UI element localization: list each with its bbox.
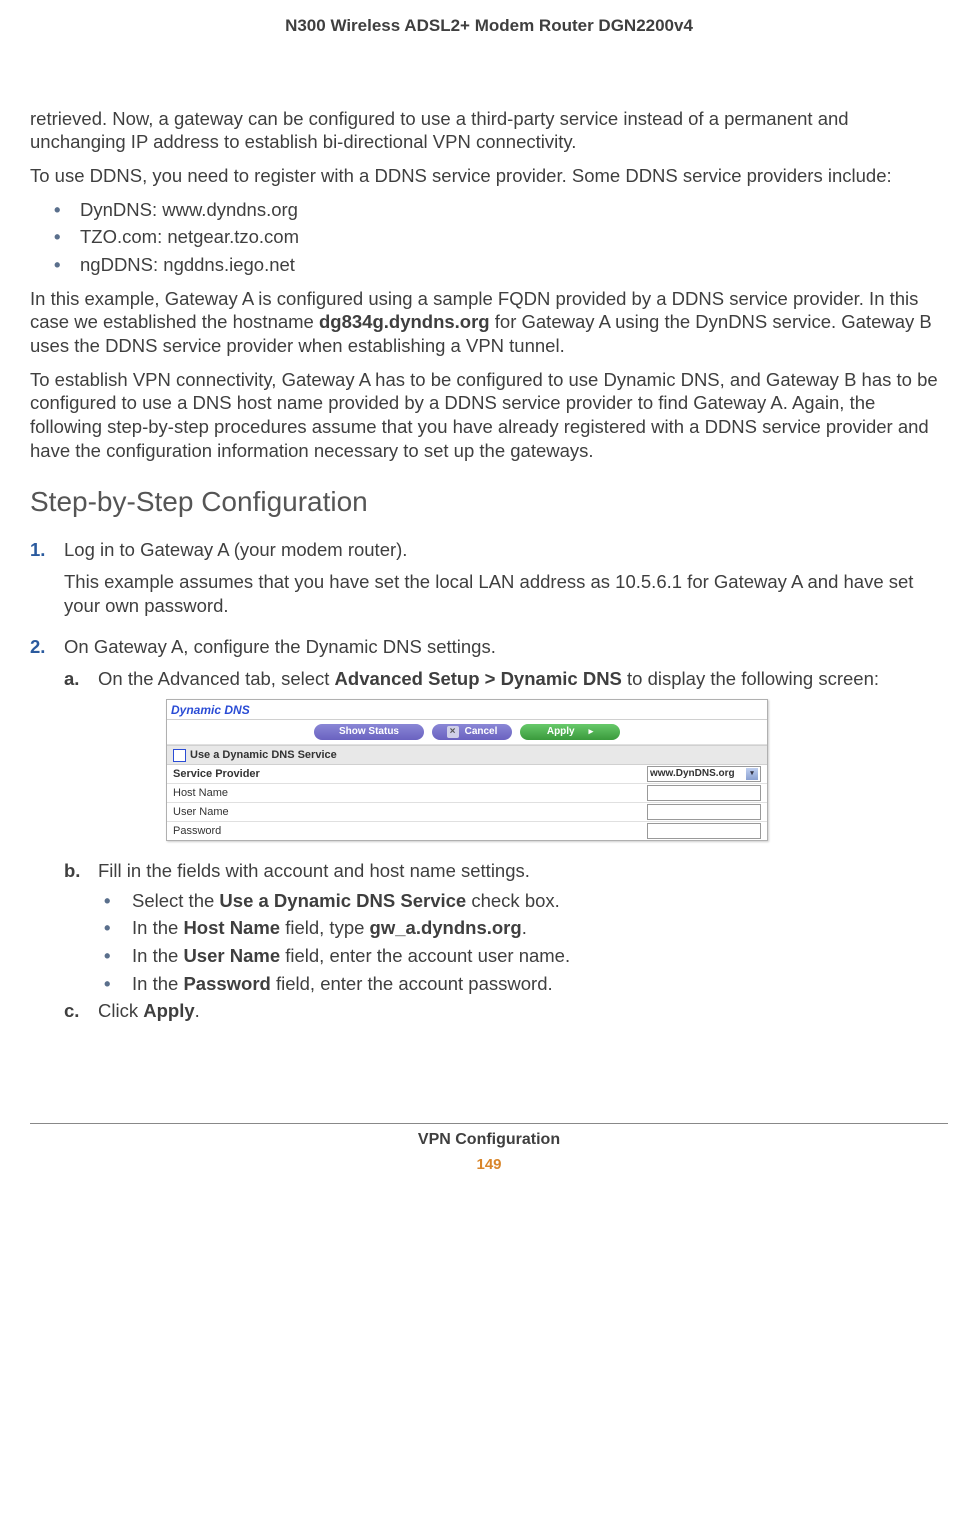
list-item: • In the User Name field, enter the acco… xyxy=(104,944,948,968)
use-ddns-checkbox[interactable] xyxy=(173,749,186,762)
page-number: 149 xyxy=(30,1155,948,1174)
paragraph: retrieved. Now, a gateway can be configu… xyxy=(30,107,948,154)
step-2: 2. On Gateway A, configure the Dynamic D… xyxy=(30,635,948,659)
list-item: • ngDDNS: ngddns.iego.net xyxy=(54,253,948,277)
service-provider-select[interactable]: www.DynDNS.org ▾ xyxy=(647,766,761,782)
step-number: 1. xyxy=(30,538,64,627)
footer-section-name: VPN Configuration xyxy=(30,1130,948,1150)
bullet-icon: • xyxy=(54,253,80,277)
page-header-title: N300 Wireless ADSL2+ Modem Router DGN220… xyxy=(30,15,948,37)
bullet-icon: • xyxy=(54,198,80,222)
list-item-text: ngDDNS: ngddns.iego.net xyxy=(80,253,295,277)
bullet-icon: • xyxy=(54,225,80,249)
show-status-button[interactable]: Show Status xyxy=(314,724,424,740)
substep-marker: b. xyxy=(64,859,98,883)
paragraph: To use DDNS, you need to register with a… xyxy=(30,164,948,188)
step-text: On Gateway A, configure the Dynamic DNS … xyxy=(64,636,496,657)
provider-list: • DynDNS: www.dyndns.org • TZO.com: netg… xyxy=(30,198,948,277)
row-label: Host Name xyxy=(173,786,228,800)
use-ddns-checkbox-row: Use a Dynamic DNS Service xyxy=(167,745,767,765)
row-label: Service Provider xyxy=(173,767,260,781)
apply-button[interactable]: Apply xyxy=(520,724,620,740)
step-number: 2. xyxy=(30,635,64,659)
list-item: • DynDNS: www.dyndns.org xyxy=(54,198,948,222)
bullet-icon: • xyxy=(104,944,132,968)
step-1: 1. Log in to Gateway A (your modem route… xyxy=(30,538,948,627)
bullet-icon: • xyxy=(104,916,132,940)
row-label: Password xyxy=(173,824,221,838)
password-input[interactable] xyxy=(647,823,761,839)
paragraph: In this example, Gateway A is configured… xyxy=(30,287,948,358)
dynamic-dns-screenshot: Dynamic DNS Show Status Cancel Apply Use… xyxy=(166,699,768,841)
list-item-text: DynDNS: www.dyndns.org xyxy=(80,198,298,222)
list-item: • In the Host Name field, type gw_a.dynd… xyxy=(104,916,948,940)
host-name-input[interactable] xyxy=(647,785,761,801)
step-2b: b. Fill in the fields with account and h… xyxy=(30,859,948,883)
checkbox-label: Use a Dynamic DNS Service xyxy=(190,748,337,762)
section-heading: Step-by-Step Configuration xyxy=(30,484,948,520)
user-name-input[interactable] xyxy=(647,804,761,820)
page-footer: VPN Configuration 149 xyxy=(30,1123,948,1174)
list-item: • TZO.com: netgear.tzo.com xyxy=(54,225,948,249)
screenshot-title: Dynamic DNS xyxy=(167,700,767,720)
step-2a: a. On the Advanced tab, select Advanced … xyxy=(30,667,948,853)
substep-marker: a. xyxy=(64,667,98,853)
chevron-down-icon: ▾ xyxy=(746,768,758,780)
list-item: • In the Password field, enter the accou… xyxy=(104,972,948,996)
list-item: • Select the Use a Dynamic DNS Service c… xyxy=(104,889,948,913)
step-2c: c. Click Apply. xyxy=(30,999,948,1023)
row-label: User Name xyxy=(173,805,229,819)
step-subtext: This example assumes that you have set t… xyxy=(64,570,948,617)
paragraph: To establish VPN connectivity, Gateway A… xyxy=(30,368,948,463)
substep-marker: c. xyxy=(64,999,98,1023)
bullet-icon: • xyxy=(104,889,132,913)
step-text: Log in to Gateway A (your modem router). xyxy=(64,539,407,560)
list-item-text: TZO.com: netgear.tzo.com xyxy=(80,225,299,249)
bullet-icon: • xyxy=(104,972,132,996)
cancel-button[interactable]: Cancel xyxy=(432,724,512,740)
